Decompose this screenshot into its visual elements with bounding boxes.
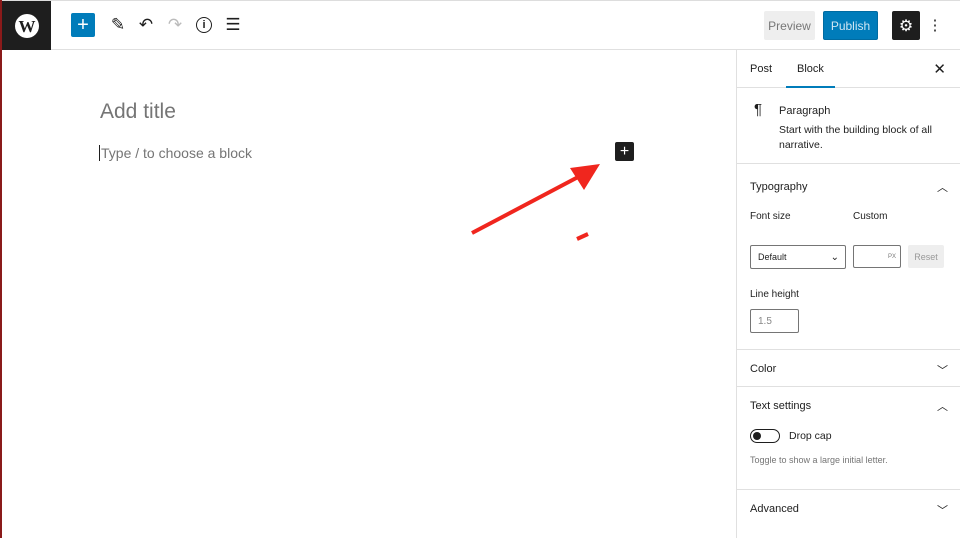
- pencil-icon[interactable]: ✎: [106, 13, 130, 37]
- close-icon[interactable]: ✕: [933, 60, 946, 78]
- list-view-icon[interactable]: ☰: [221, 13, 245, 37]
- typography-toggle[interactable]: Typography: [750, 181, 807, 193]
- chevron-down-icon: ⌄: [830, 251, 839, 263]
- wordpress-logo-button[interactable]: W: [2, 1, 51, 50]
- preview-button[interactable]: Preview: [764, 11, 815, 40]
- chevron-up-icon[interactable]: ︿: [937, 398, 948, 414]
- line-height-input[interactable]: 1.5: [750, 309, 799, 333]
- advanced-panel[interactable]: Advanced ﹀: [737, 490, 960, 530]
- drop-cap-label: Drop cap: [789, 430, 832, 442]
- unit-label: PX: [887, 253, 896, 260]
- svg-text:W: W: [18, 17, 35, 36]
- tab-block[interactable]: Block: [786, 63, 835, 88]
- paragraph-icon: ¶: [754, 101, 763, 118]
- inline-inserter-button[interactable]: +: [615, 142, 634, 161]
- settings-sidebar: Post Block ✕ ¶ Paragraph Start with the …: [736, 50, 960, 538]
- color-toggle[interactable]: Color: [750, 363, 776, 375]
- editor-canvas: Add title Type / to choose a block +: [2, 50, 736, 538]
- paragraph-block-input[interactable]: Type / to choose a block: [99, 145, 252, 161]
- block-name: Paragraph: [779, 105, 831, 117]
- top-toolbar: W + ✎ ↶ ↷ i ☰ Preview Publish ⚙ ⋮: [2, 0, 960, 50]
- chevron-down-icon: ﹀: [937, 505, 948, 517]
- tab-post[interactable]: Post: [750, 63, 772, 75]
- add-block-button[interactable]: +: [71, 13, 95, 37]
- chevron-down-icon: ﹀: [937, 365, 948, 377]
- line-height-label: Line height: [750, 289, 799, 300]
- drop-cap-help: Toggle to show a large initial letter.: [750, 455, 888, 465]
- reset-button[interactable]: Reset: [908, 245, 944, 268]
- advanced-toggle[interactable]: Advanced: [750, 503, 799, 515]
- custom-font-size-input[interactable]: PX: [853, 245, 901, 268]
- annotation-arrow: [471, 164, 600, 241]
- post-title-input[interactable]: Add title: [100, 100, 176, 124]
- gear-icon: ⚙: [898, 17, 914, 35]
- redo-icon[interactable]: ↷: [163, 13, 187, 37]
- typography-panel: Typography ︿ Font size Custom Default ⌄ P…: [737, 164, 960, 350]
- text-settings-toggle[interactable]: Text settings: [750, 400, 811, 412]
- custom-label: Custom: [853, 211, 888, 222]
- publish-button[interactable]: Publish: [823, 11, 878, 40]
- more-options-icon[interactable]: ⋮: [923, 13, 947, 37]
- color-panel[interactable]: Color ﹀: [737, 350, 960, 387]
- font-size-select[interactable]: Default ⌄: [750, 245, 846, 269]
- settings-button[interactable]: ⚙: [892, 11, 920, 40]
- undo-icon[interactable]: ↶: [134, 13, 158, 37]
- block-description: Start with the building block of all nar…: [779, 124, 932, 151]
- font-size-label: Font size: [750, 211, 791, 222]
- wordpress-icon: W: [14, 13, 39, 38]
- font-size-value: Default: [758, 252, 787, 262]
- text-settings-panel: Text settings ︿ Drop cap Toggle to show …: [737, 387, 960, 490]
- block-card: ¶ Paragraph Start with the building bloc…: [737, 88, 960, 164]
- drop-cap-toggle[interactable]: [750, 429, 780, 443]
- chevron-up-icon[interactable]: ︿: [937, 179, 948, 195]
- info-icon[interactable]: i: [192, 13, 216, 37]
